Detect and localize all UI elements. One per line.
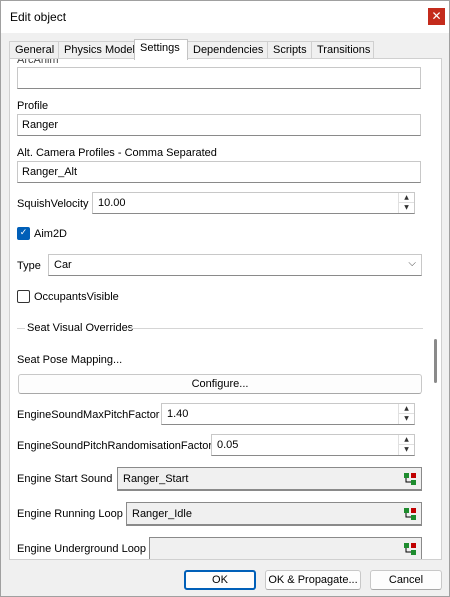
- engine-underground-loop-label: Engine Underground Loop: [17, 543, 147, 555]
- tab-settings[interactable]: Settings: [134, 39, 188, 60]
- group-divider-right: [130, 328, 423, 329]
- spin-up-icon[interactable]: ▲: [399, 404, 414, 414]
- tab-scripts[interactable]: Scripts: [267, 41, 312, 59]
- engine-sound-pitch-random-stepper[interactable]: 0.05 ▲ ▼: [211, 434, 415, 456]
- profile-input[interactable]: Ranger: [17, 114, 421, 136]
- asset-picker-icon[interactable]: [403, 542, 417, 556]
- aim2d-label: Aim2D: [34, 228, 68, 240]
- edit-object-window: Edit object ✕ General Physics Model Sett…: [0, 0, 450, 597]
- cut-field-label: ArcAnim: [17, 58, 59, 66]
- cut-field-input[interactable]: [17, 67, 421, 89]
- asset-picker-icon[interactable]: [403, 472, 417, 486]
- engine-start-sound-value: Ranger_Start: [123, 473, 189, 485]
- squish-velocity-label: SquishVelocity: [17, 198, 89, 210]
- engine-start-sound-picker[interactable]: Ranger_Start: [117, 467, 422, 491]
- type-value: Car: [54, 259, 72, 271]
- engine-start-sound-label: Engine Start Sound: [17, 473, 113, 485]
- engine-sound-max-pitch-stepper[interactable]: 1.40 ▲ ▼: [161, 403, 415, 425]
- window-title: Edit object: [10, 10, 67, 24]
- aim2d-checkbox[interactable]: ✓: [17, 227, 30, 240]
- close-button[interactable]: ✕: [428, 8, 445, 25]
- squish-velocity-value: 10.00: [98, 197, 126, 209]
- seat-pose-mapping-label: Seat Pose Mapping...: [17, 354, 123, 366]
- title-bar: Edit object ✕: [1, 1, 449, 33]
- engine-running-loop-picker[interactable]: Ranger_Idle: [126, 502, 422, 526]
- alt-camera-input[interactable]: Ranger_Alt: [17, 161, 421, 183]
- spin-up-icon[interactable]: ▲: [399, 435, 414, 445]
- spin-down-icon[interactable]: ▼: [399, 203, 414, 213]
- asset-picker-icon[interactable]: [403, 507, 417, 521]
- vertical-scrollbar[interactable]: [431, 59, 441, 559]
- profile-label: Profile: [17, 100, 49, 112]
- spin-up-icon[interactable]: ▲: [399, 193, 414, 203]
- engine-underground-loop-picker[interactable]: [149, 537, 422, 559]
- checkmark-icon: ✓: [19, 228, 28, 238]
- group-divider-left: [17, 328, 25, 329]
- type-select[interactable]: Car ⌵: [48, 254, 422, 276]
- occupants-visible-checkbox[interactable]: [17, 290, 30, 303]
- tab-general[interactable]: General: [9, 41, 59, 59]
- ok-propagate-button[interactable]: OK & Propagate...: [265, 570, 361, 590]
- ok-button[interactable]: OK: [184, 570, 256, 590]
- engine-sound-max-pitch-label: EngineSoundMaxPitchFactor: [17, 409, 160, 421]
- stepper-arrows: ▲ ▼: [398, 404, 414, 424]
- engine-sound-pitch-random-label: EngineSoundPitchRandomisationFactor: [17, 440, 213, 452]
- chevron-down-icon: ⌵: [408, 258, 416, 269]
- squish-velocity-stepper[interactable]: 10.00 ▲ ▼: [92, 192, 415, 214]
- stepper-arrows: ▲ ▼: [398, 435, 414, 455]
- configure-button[interactable]: Configure...: [18, 374, 422, 394]
- occupants-visible-label: OccupantsVisible: [34, 291, 119, 303]
- close-icon: ✕: [431, 9, 442, 23]
- type-label: Type: [17, 260, 41, 272]
- scrollbar-thumb[interactable]: [434, 339, 437, 383]
- stepper-arrows: ▲ ▼: [398, 193, 414, 213]
- engine-sound-max-pitch-value: 1.40: [167, 408, 189, 420]
- tab-dependencies[interactable]: Dependencies: [187, 41, 268, 59]
- seat-visual-overrides-heading: Seat Visual Overrides: [27, 322, 134, 334]
- cancel-button[interactable]: Cancel: [370, 570, 442, 590]
- spin-down-icon[interactable]: ▼: [399, 445, 414, 455]
- spin-down-icon[interactable]: ▼: [399, 414, 414, 424]
- tab-transitions[interactable]: Transitions: [311, 41, 374, 59]
- engine-running-loop-label: Engine Running Loop: [17, 508, 123, 520]
- tab-physics-model[interactable]: Physics Model: [58, 41, 135, 59]
- alt-camera-label: Alt. Camera Profiles - Comma Separated: [17, 147, 217, 159]
- engine-running-loop-value: Ranger_Idle: [132, 508, 192, 520]
- settings-panel: ArcAnim Profile Ranger Alt. Camera Profi…: [9, 58, 442, 560]
- engine-sound-pitch-random-value: 0.05: [217, 439, 239, 451]
